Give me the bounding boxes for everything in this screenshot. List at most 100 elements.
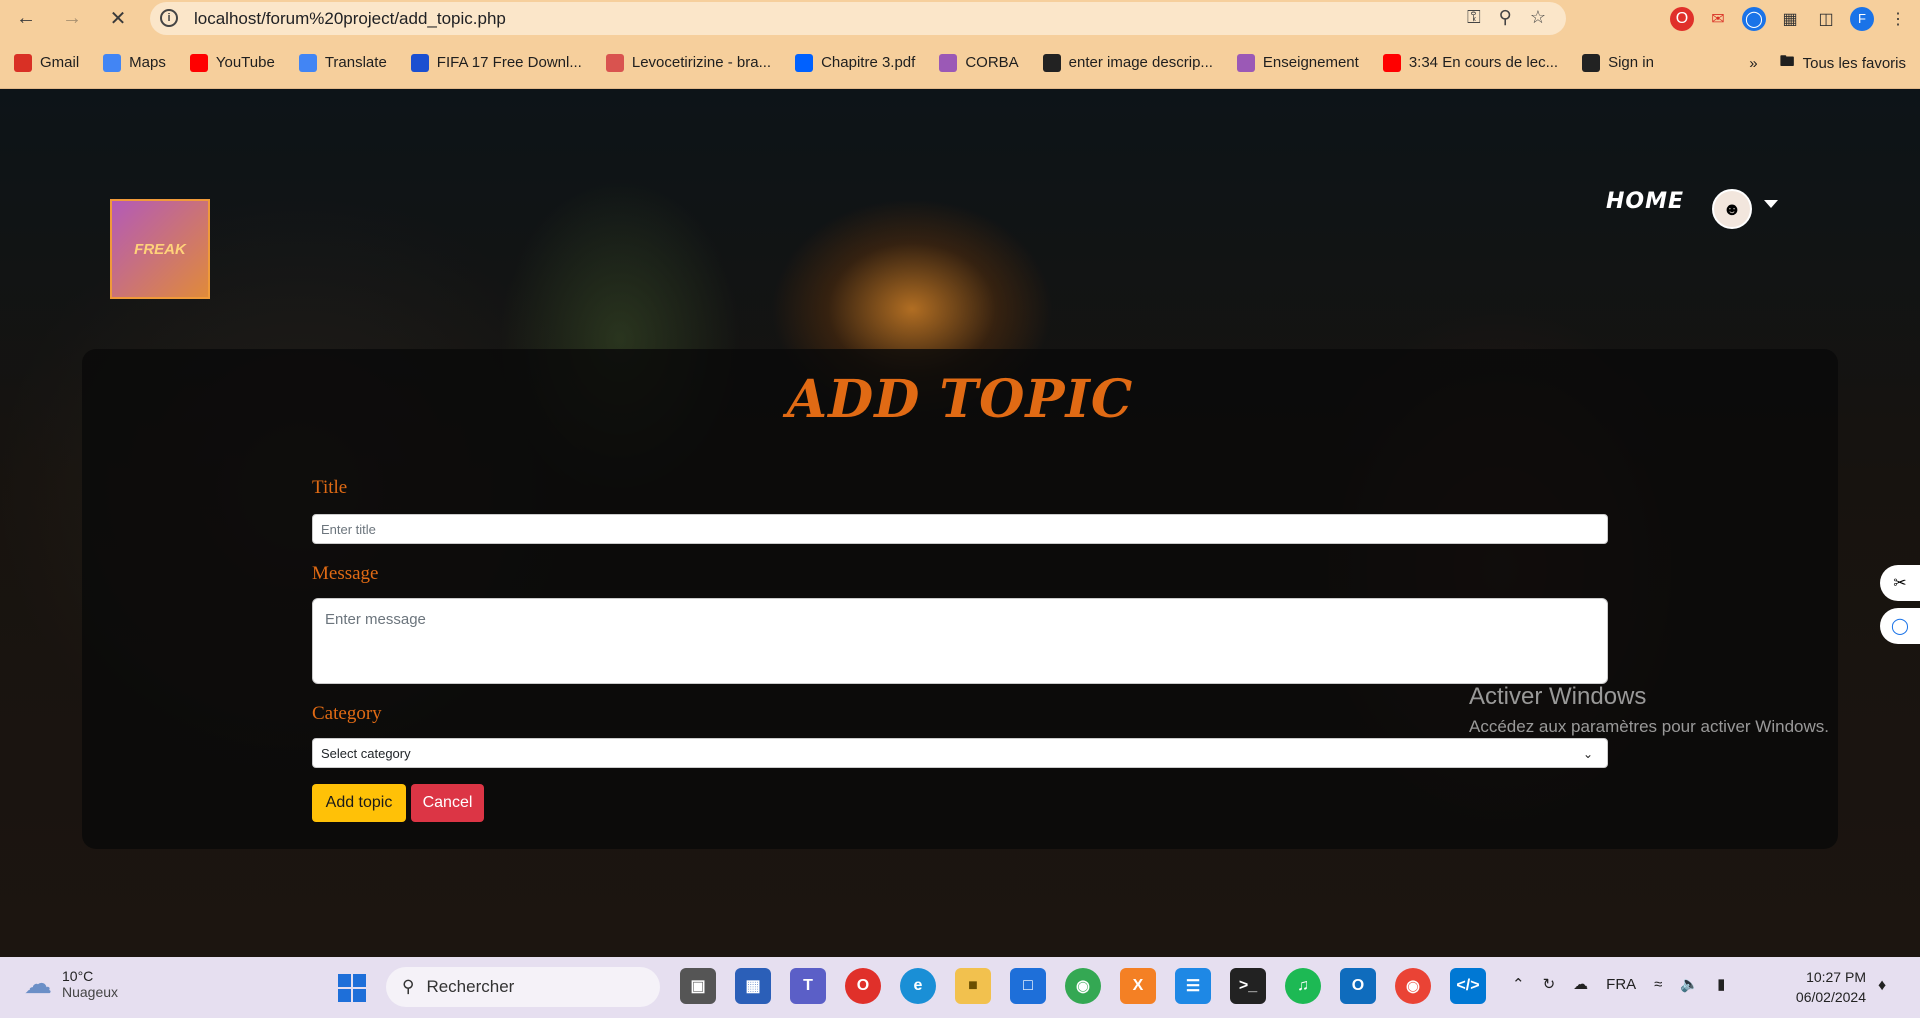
- notepad-icon[interactable]: ☰: [1175, 968, 1211, 1004]
- gmail-icon: [14, 53, 32, 72]
- terminal-icon[interactable]: >_: [1230, 968, 1266, 1004]
- profile-avatar[interactable]: F: [1850, 6, 1874, 31]
- gmail-extension-icon[interactable]: ✉: [1706, 7, 1730, 31]
- back-icon[interactable]: ←: [8, 0, 44, 36]
- more-bookmarks-icon[interactable]: »: [1749, 55, 1757, 72]
- dropbox-icon: [795, 53, 814, 72]
- spotify-icon[interactable]: ♫: [1285, 968, 1321, 1004]
- snipping-tool-icon[interactable]: □: [1010, 968, 1046, 1004]
- message-label: Message: [312, 563, 379, 584]
- chrome-profile-icon[interactable]: ◉: [1395, 968, 1431, 1004]
- side-panel-icon[interactable]: ◫: [1814, 7, 1838, 31]
- xampp-icon[interactable]: X: [1120, 968, 1156, 1004]
- bookmark-label: Translate: [324, 54, 387, 71]
- activation-subtitle: Accédez aux paramètres pour activer Wind…: [1469, 717, 1829, 736]
- onedrive-cloud-icon[interactable]: ☁: [1573, 975, 1588, 993]
- weather-condition: Nuageux: [62, 983, 119, 1000]
- youtube-icon: [1382, 53, 1401, 72]
- bookmark-icon: [939, 53, 958, 72]
- clock[interactable]: 10:27 PM 06/02/2024: [1786, 967, 1866, 1007]
- url-text: localhost/forum%20project/add_topic.php: [194, 8, 506, 28]
- notification-bell-icon[interactable]: ♦: [1878, 977, 1886, 995]
- translate-icon: [298, 53, 317, 72]
- user-avatar[interactable]: ☻: [1712, 189, 1752, 229]
- bookmark-label: Maps: [129, 54, 166, 71]
- youtube-icon: [189, 53, 208, 72]
- bookmark-item[interactable]: Levocetirizine - bra...: [605, 53, 772, 72]
- folder-icon[interactable]: ■: [955, 968, 991, 1004]
- add-topic-panel: ADD TOPIC Title Enter title Message Ente…: [82, 349, 1838, 849]
- windows-activation-notice: Activer Windows Accédez aux paramètres p…: [1469, 683, 1829, 737]
- chevron-up-icon[interactable]: ⌃: [1512, 975, 1525, 993]
- bookmark-label: CORBA: [965, 54, 1019, 71]
- taskbar-search[interactable]: ⚲ Rechercher: [386, 967, 660, 1007]
- folder-icon: 🖿: [1779, 53, 1795, 70]
- bookmark-item[interactable]: YouTube: [189, 53, 275, 72]
- bookmark-label: Levocetirizine - bra...: [631, 54, 772, 71]
- github-icon: [1582, 53, 1601, 72]
- all-bookmarks-folder[interactable]: 🖿 Tous les favoris: [1780, 51, 1906, 76]
- address-bar[interactable]: i localhost/forum%20project/add_topic.ph…: [150, 2, 1566, 35]
- bookmark-label: Sign in: [1608, 54, 1654, 71]
- file-explorer-alt-icon[interactable]: ▣: [680, 968, 716, 1004]
- bookmark-item[interactable]: CORBA: [939, 53, 1019, 72]
- edge-icon[interactable]: e: [900, 968, 936, 1004]
- password-key-icon[interactable]: ⚿: [1467, 7, 1481, 28]
- extensions-puzzle-icon[interactable]: ▦: [1778, 7, 1802, 31]
- bookmark-item[interactable]: 3:34 En cours de lec...: [1382, 53, 1559, 72]
- outlook-icon[interactable]: O: [1340, 968, 1376, 1004]
- bookmark-item[interactable]: FIFA 17 Free Downl...: [410, 53, 582, 72]
- windows-start-icon[interactable]: [338, 974, 366, 1002]
- scissors-icon[interactable]: ✂: [1880, 565, 1920, 601]
- info-icon: [1042, 53, 1061, 72]
- site-info-icon[interactable]: i: [160, 9, 178, 27]
- molecule-icon: [605, 53, 624, 72]
- battery-icon[interactable]: ▮: [1717, 975, 1725, 993]
- category-select[interactable]: Select category ⌄: [312, 738, 1608, 768]
- vscode-icon[interactable]: </>: [1450, 968, 1486, 1004]
- add-topic-button[interactable]: Add topic: [312, 784, 406, 822]
- cancel-button[interactable]: Cancel: [411, 784, 484, 822]
- bookmark-item[interactable]: Translate: [298, 53, 387, 72]
- opera-extension-icon[interactable]: O: [1670, 6, 1694, 31]
- bookmark-label: 3:34 En cours de lec...: [1408, 54, 1559, 71]
- zoom-icon[interactable]: ⚲: [1499, 7, 1512, 28]
- wifi-icon[interactable]: ≈: [1654, 976, 1662, 993]
- bookmark-item[interactable]: Maps: [103, 53, 166, 72]
- forward-icon[interactable]: →: [54, 0, 90, 36]
- bookmark-label: enter image descrip...: [1068, 54, 1213, 71]
- teams-icon[interactable]: T: [790, 968, 826, 1004]
- chat-extension-icon[interactable]: ◯: [1742, 6, 1766, 31]
- title-input[interactable]: Enter title: [312, 514, 1608, 544]
- message-textarea[interactable]: Enter message: [312, 598, 1608, 684]
- stop-loading-icon[interactable]: ✕: [100, 0, 136, 36]
- bookmark-item[interactable]: Gmail: [14, 53, 79, 72]
- site-logo[interactable]: FREAK: [110, 199, 210, 299]
- page-background: FREAK HOME ☻ ADD TOPIC Title Enter title…: [0, 89, 1920, 957]
- menu-dots-icon[interactable]: ⋮: [1886, 7, 1910, 31]
- bookmark-label: FIFA 17 Free Downl...: [436, 54, 582, 71]
- microsoft-store-icon[interactable]: ▦: [735, 968, 771, 1004]
- activation-title: Activer Windows: [1469, 683, 1647, 710]
- bookmark-star-icon[interactable]: ☆: [1530, 7, 1546, 28]
- bookmark-item[interactable]: enter image descrip...: [1042, 53, 1213, 72]
- chat-bubble-icon[interactable]: ◯: [1880, 608, 1920, 644]
- sync-icon[interactable]: ↻: [1543, 975, 1556, 993]
- all-bookmarks-label: Tous les favoris: [1802, 55, 1906, 72]
- opera-icon[interactable]: O: [845, 968, 881, 1004]
- search-placeholder: Rechercher: [426, 977, 515, 996]
- bookmark-item[interactable]: Chapitre 3.pdf: [795, 53, 915, 72]
- bookmark-item[interactable]: Sign in: [1582, 53, 1654, 72]
- weather-widget[interactable]: ☁ 10°C Nuageux: [24, 967, 118, 1000]
- s-icon: [410, 53, 429, 72]
- user-menu-chevron-down-icon[interactable]: [1764, 200, 1778, 208]
- language-indicator[interactable]: FRA: [1606, 976, 1636, 993]
- category-selected-value: Select category: [321, 745, 411, 761]
- chrome-icon[interactable]: ◉: [1065, 968, 1101, 1004]
- volume-icon[interactable]: 🔈: [1680, 975, 1699, 993]
- bookmark-item[interactable]: Enseignement: [1236, 53, 1359, 72]
- date: 06/02/2024: [1795, 989, 1866, 1005]
- cloud-icon: ☁: [24, 968, 52, 999]
- search-icon: ⚲: [402, 977, 415, 996]
- nav-home-link[interactable]: HOME: [1606, 189, 1684, 214]
